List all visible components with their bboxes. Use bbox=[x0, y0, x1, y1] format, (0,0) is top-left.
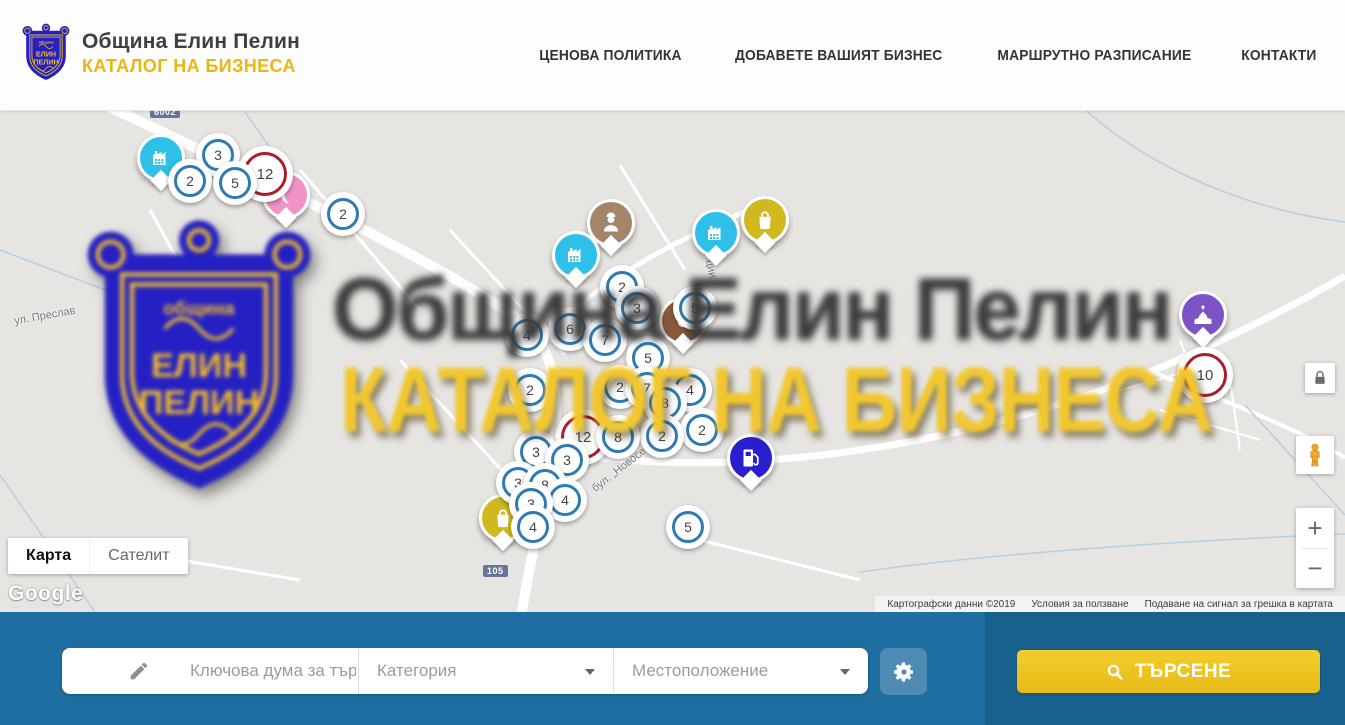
nav-pricing-policy[interactable]: ЦЕНОВА ПОЛИТИКА bbox=[539, 47, 681, 64]
map-cluster[interactable]: 2 bbox=[640, 414, 684, 458]
keyword-section bbox=[62, 648, 358, 694]
map-cluster[interactable]: 2 bbox=[321, 192, 365, 236]
nav-route-schedule[interactable]: МАРШРУТНО РАЗПИСАНИЕ bbox=[998, 47, 1192, 64]
map-data-copyright: Картографски данни ©2019 bbox=[879, 599, 1023, 610]
map-canvas[interactable]: 6002105ул. Преславбул. „Новоселции" 3122… bbox=[0, 110, 1345, 612]
svg-text:ПЕЛИН: ПЕЛИН bbox=[33, 57, 58, 66]
zoom-out-button[interactable]: − bbox=[1296, 549, 1334, 589]
map-cluster[interactable]: 4 bbox=[511, 505, 555, 549]
street-view-pegman[interactable] bbox=[1296, 436, 1334, 474]
map-cluster[interactable]: 5 bbox=[666, 505, 710, 549]
pegman-icon bbox=[1304, 442, 1326, 468]
svg-text:община: община bbox=[39, 39, 55, 44]
map-cluster[interactable]: 5 bbox=[213, 161, 257, 205]
chevron-down-icon bbox=[585, 669, 595, 675]
factory-icon bbox=[564, 243, 588, 267]
map-pin-shopping-bag[interactable] bbox=[741, 196, 789, 244]
map-pin-factory[interactable] bbox=[692, 209, 740, 257]
map-cluster[interactable]: 5 bbox=[673, 286, 717, 330]
nav-add-business[interactable]: ДОБАВЕТЕ ВАШИЯТ БИЗНЕС bbox=[735, 47, 942, 64]
zoom-control: + − bbox=[1296, 508, 1334, 588]
category-dropdown[interactable]: Категория bbox=[358, 648, 613, 694]
header: община ЕЛИН ПЕЛИН Община Елин Пелин КАТА… bbox=[0, 0, 1345, 111]
map-cluster[interactable]: 2 bbox=[508, 368, 552, 412]
satellite-view-button[interactable]: Сателит bbox=[89, 538, 187, 574]
nav-contacts[interactable]: КОНТАКТИ bbox=[1241, 47, 1316, 64]
map-cluster[interactable]: 10 bbox=[1177, 347, 1233, 403]
zoom-in-button[interactable]: + bbox=[1296, 508, 1334, 548]
worker-icon bbox=[599, 211, 623, 235]
map-pin-fuel[interactable] bbox=[727, 434, 775, 482]
map-type-switcher: Карта Сателит bbox=[8, 538, 188, 574]
lock-icon bbox=[1313, 370, 1327, 386]
location-dropdown[interactable]: Местоположение bbox=[613, 648, 868, 694]
chevron-down-icon bbox=[840, 669, 850, 675]
map-cluster[interactable]: 4 bbox=[505, 313, 549, 357]
map-cluster[interactable]: 3 bbox=[615, 286, 659, 330]
map-view-button[interactable]: Карта bbox=[8, 538, 89, 574]
search-field-group: Категория Местоположение bbox=[62, 648, 868, 694]
report-error-link[interactable]: Подаване на сигнал за грешка в картата bbox=[1137, 599, 1341, 610]
terms-link[interactable]: Условия за ползване bbox=[1023, 599, 1136, 610]
location-dropdown-label: Местоположение bbox=[632, 661, 768, 681]
main-nav: ЦЕНОВА ПОЛИТИКА ДОБАВЕТЕ ВАШИЯТ БИЗНЕС М… bbox=[533, 0, 1320, 110]
church-icon bbox=[1191, 303, 1215, 327]
search-button-label: ТЪРСЕНЕ bbox=[1135, 661, 1232, 683]
map-cluster[interactable]: 2 bbox=[680, 408, 724, 452]
search-bar: Категория Местоположение ТЪРСЕНЕ bbox=[0, 612, 1345, 725]
map-cluster[interactable]: 2 bbox=[168, 159, 212, 203]
fuel-icon bbox=[739, 446, 763, 470]
map-pin-church[interactable] bbox=[1179, 291, 1227, 339]
google-logo[interactable]: Google bbox=[8, 582, 83, 606]
search-icon bbox=[1106, 663, 1124, 681]
shopping-bag-icon bbox=[753, 208, 777, 232]
map-attribution: Картографски данни ©2019 Условия за полз… bbox=[875, 596, 1345, 612]
keyword-search-input[interactable] bbox=[188, 660, 358, 682]
search-button[interactable]: ТЪРСЕНЕ bbox=[1017, 650, 1320, 693]
site-subtitle: КАТАЛОГ НА БИЗНЕСА bbox=[82, 56, 300, 77]
advanced-settings-button[interactable] bbox=[880, 648, 927, 695]
municipality-crest-icon: община ЕЛИН ПЕЛИН bbox=[22, 22, 70, 84]
map-markers-layer: 312252235647510272482212833384345 bbox=[0, 110, 1345, 612]
map-cluster[interactable]: 7 bbox=[583, 318, 627, 362]
site-title: Община Елин Пелин bbox=[82, 30, 300, 54]
factory-icon bbox=[704, 221, 728, 245]
brand-logo[interactable]: община ЕЛИН ПЕЛИН Община Елин Пелин КАТА… bbox=[22, 22, 300, 84]
gear-icon bbox=[892, 660, 916, 684]
pencil-icon bbox=[128, 660, 150, 682]
map-cluster[interactable]: 8 bbox=[596, 415, 640, 459]
map-pin-factory[interactable] bbox=[552, 231, 600, 279]
lock-button[interactable] bbox=[1305, 363, 1335, 393]
category-dropdown-label: Категория bbox=[377, 661, 456, 681]
factory-icon bbox=[149, 146, 173, 170]
